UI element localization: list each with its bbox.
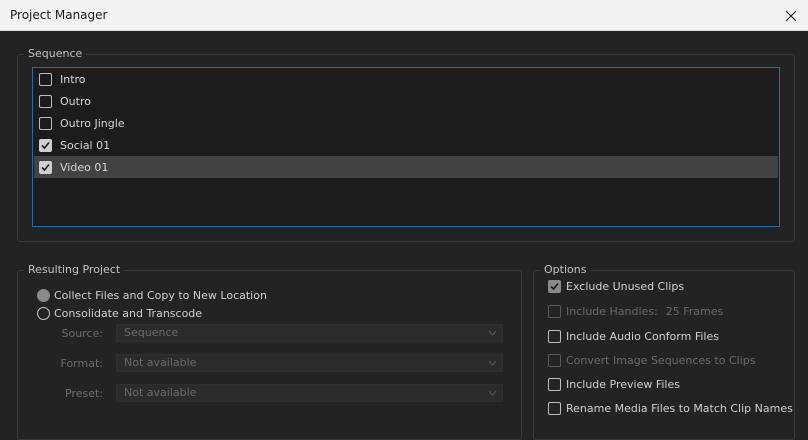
sequence-item-label: Outro Jingle (60, 116, 125, 130)
sequence-item-label: Social 01 (60, 138, 111, 152)
sequence-group-label: Sequence (24, 47, 87, 60)
window-title: Project Manager (10, 8, 108, 22)
title-bar: Project Manager (0, 0, 808, 31)
close-button[interactable] (774, 0, 808, 31)
chevron-down-icon (488, 360, 497, 366)
sequence-item-outro[interactable]: Outro (34, 90, 778, 112)
checkbox[interactable] (39, 94, 52, 108)
collect-files-radio-row[interactable]: Collect Files and Copy to New Location (37, 289, 267, 302)
exclude-unused-row[interactable]: Exclude Unused Clips (548, 280, 684, 293)
rename-media-checkbox[interactable] (548, 402, 561, 415)
source-value: Sequence (124, 326, 179, 339)
include-handles-row[interactable]: Include Handles: 25 Frames (548, 305, 723, 318)
sequence-item-intro[interactable]: Intro (34, 68, 778, 90)
sequence-item-social-01[interactable]: Social 01 (34, 134, 778, 156)
include-audio-conform-checkbox[interactable] (548, 330, 561, 343)
resulting-project-group-label: Resulting Project (24, 263, 125, 276)
collect-files-radio[interactable] (37, 289, 50, 302)
exclude-unused-checkbox[interactable] (548, 280, 561, 293)
exclude-unused-label: Exclude Unused Clips (566, 280, 685, 293)
include-preview-checkbox[interactable] (548, 378, 561, 391)
source-label: Source: (61, 327, 104, 340)
convert-image-sequences-row[interactable]: Convert Image Sequences to Clips (548, 354, 755, 367)
chevron-down-icon (488, 390, 497, 396)
preset-label: Preset: (64, 387, 103, 400)
checkbox[interactable] (39, 72, 52, 86)
checkmark-icon (41, 141, 50, 149)
checkbox[interactable] (39, 116, 52, 130)
convert-image-sequences-checkbox[interactable] (548, 354, 561, 367)
checkmark-icon (550, 282, 559, 291)
include-preview-label: Include Preview Files (566, 378, 680, 391)
preset-select[interactable]: Not available (116, 384, 503, 402)
rename-media-row[interactable]: Rename Media Files to Match Clip Names (548, 402, 793, 415)
convert-image-sequences-label: Convert Image Sequences to Clips (566, 354, 756, 367)
collect-files-label: Collect Files and Copy to New Location (54, 289, 267, 302)
sequence-item-label: Video 01 (60, 160, 109, 174)
include-audio-conform-label: Include Audio Conform Files (566, 330, 719, 343)
consolidate-label: Consolidate and Transcode (54, 307, 203, 320)
chevron-down-icon (488, 330, 497, 336)
include-preview-row[interactable]: Include Preview Files (548, 378, 680, 391)
include-handles-label: Include Handles: (566, 305, 658, 318)
format-value: Not available (124, 356, 197, 369)
close-icon (785, 10, 797, 21)
checkbox-checked[interactable] (39, 160, 52, 174)
consolidate-radio[interactable] (37, 307, 50, 320)
consolidate-radio-row[interactable]: Consolidate and Transcode (37, 307, 202, 320)
format-label: Format: (60, 357, 103, 370)
format-select[interactable]: Not available (116, 354, 503, 372)
rename-media-label: Rename Media Files to Match Clip Names (566, 402, 793, 415)
sequence-item-label: Outro (60, 94, 91, 108)
sequence-item-video-01[interactable]: Video 01 (34, 156, 778, 178)
include-handles-checkbox[interactable] (548, 305, 561, 318)
preset-value: Not available (124, 386, 197, 399)
sequence-item-label: Intro (60, 72, 86, 86)
handles-value[interactable]: 25 Frames (666, 305, 724, 318)
source-select[interactable]: Sequence (116, 324, 503, 342)
options-group-label: Options (540, 263, 591, 276)
include-audio-conform-row[interactable]: Include Audio Conform Files (548, 330, 719, 343)
checkmark-icon (41, 163, 50, 171)
checkbox-checked[interactable] (39, 138, 52, 152)
sequence-list[interactable]: Intro Outro Outro Jingle Social 01 Video… (32, 67, 780, 227)
sequence-item-outro-jingle[interactable]: Outro Jingle (34, 112, 778, 134)
